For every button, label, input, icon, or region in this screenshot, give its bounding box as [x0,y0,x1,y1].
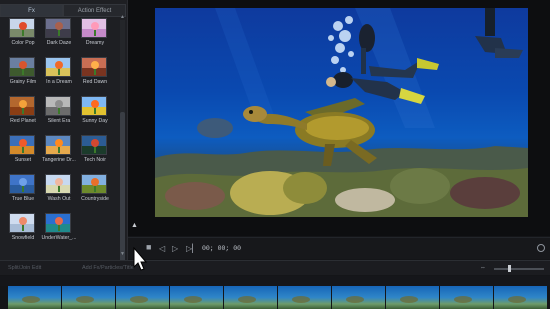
effect-thumbnail[interactable] [45,135,71,155]
zoom-slider-knob[interactable] [508,265,511,272]
effect-label: Tech Noir [84,157,106,163]
effect-item[interactable]: In a Dream [42,57,76,89]
effects-tabs: Fx Action Effect [0,4,126,17]
video-track-filmstrip[interactable] [8,286,550,309]
effect-thumbnail[interactable] [81,135,107,155]
mouse-cursor-icon [133,247,147,271]
effect-item[interactable]: Red Dawn [78,57,112,89]
effect-label: Dreamy [85,40,105,46]
timeline-ruler[interactable] [0,276,550,286]
filmstrip-frame[interactable] [62,286,115,309]
effect-thumbnail[interactable] [9,57,35,77]
effect-item[interactable]: Snowfield [6,213,40,245]
effect-thumbnail[interactable] [81,174,107,194]
video-editor-window: Fx Action Effect Color Pop Dark Daze Dream… [0,0,550,309]
effect-item[interactable]: True Blue [6,174,40,206]
filmstrip-frame[interactable] [170,286,223,309]
effect-thumbnail[interactable] [45,96,71,116]
tab-fx[interactable]: Fx [0,4,63,17]
effect-thumbnail[interactable] [45,57,71,77]
effect-item[interactable]: Wash Out [42,174,76,206]
scrollbar-thumb[interactable] [120,112,125,262]
effect-item[interactable]: Dreamy [78,18,112,50]
effect-item[interactable]: UnderWater_... [42,213,76,245]
filmstrip-frame[interactable] [8,286,61,309]
effect-item[interactable]: Grainy Film [6,57,40,89]
split-join-button[interactable]: Split/Join Edit [8,264,41,272]
effect-item[interactable]: Red Planet [6,96,40,128]
filmstrip-frame[interactable] [224,286,277,309]
add-fx-button[interactable]: Add Fx/Particles/Title [82,264,134,272]
effect-thumbnail[interactable] [81,18,107,38]
effect-thumbnail[interactable] [9,135,35,155]
filmstrip-frame[interactable] [332,286,385,309]
effect-item[interactable]: Dark Daze [42,18,76,50]
effect-label: UnderWater_... [41,235,77,241]
effect-thumbnail[interactable] [9,213,35,233]
filmstrip-frame[interactable] [386,286,439,309]
timecode-display: 00; 00; 00 [202,245,242,252]
filmstrip-frame[interactable] [116,286,169,309]
underwater-scene [155,8,528,217]
effect-label: Countryside [81,196,109,202]
effect-thumbnail[interactable] [9,174,35,194]
filmstrip-frame[interactable] [494,286,547,309]
effect-thumbnail[interactable] [45,213,71,233]
effect-thumbnail[interactable] [9,18,35,38]
play-icon[interactable]: ▷ [172,245,178,253]
diver-3 [475,8,523,58]
effect-thumbnail[interactable] [45,174,71,194]
zoom-icon[interactable]: ⇔ [480,265,486,271]
effect-item[interactable]: Color Pop [6,18,40,50]
effect-item[interactable]: Silent Era [42,96,76,128]
effect-thumbnail[interactable] [9,96,35,116]
zoom-slider[interactable] [494,268,544,270]
effect-item[interactable]: Tech Noir [78,135,112,167]
bubbles [328,16,354,73]
effect-thumbnail[interactable] [45,18,71,38]
next-frame-icon[interactable]: ▷▏ [186,245,198,253]
timeline-toolbar: Split/Join Edit Add Fx/Particles/Title ⇔ [0,260,550,275]
scroll-down-icon[interactable]: ▼ [120,251,125,257]
video-preview[interactable] [155,8,528,217]
filmstrip-frame[interactable] [278,286,331,309]
effect-item[interactable]: Tangerine Dr... [42,135,76,167]
previous-frame-icon[interactable]: ◁ [159,245,165,253]
effects-panel: Fx Action Effect Color Pop Dark Daze Dream… [0,0,128,262]
effect-label: Sunny Day [82,118,108,124]
effect-item[interactable]: Sunset [6,135,40,167]
effect-thumbnail[interactable] [81,96,107,116]
effect-label: Red Dawn [82,79,108,85]
player-controls: ■ ◁ ▷ ▷▏ 00; 00; 00 [128,237,550,259]
tab-action-effect[interactable]: Action Effect [63,4,126,17]
settings-icon[interactable] [537,244,545,252]
effects-scrollbar[interactable] [120,20,125,262]
effect-item[interactable]: Sunny Day [78,96,112,128]
filmstrip-frame[interactable] [440,286,493,309]
effect-item[interactable]: Countryside [78,174,112,206]
seek-marker-icon[interactable]: ▲ [131,222,138,229]
effect-thumbnail[interactable] [81,57,107,77]
